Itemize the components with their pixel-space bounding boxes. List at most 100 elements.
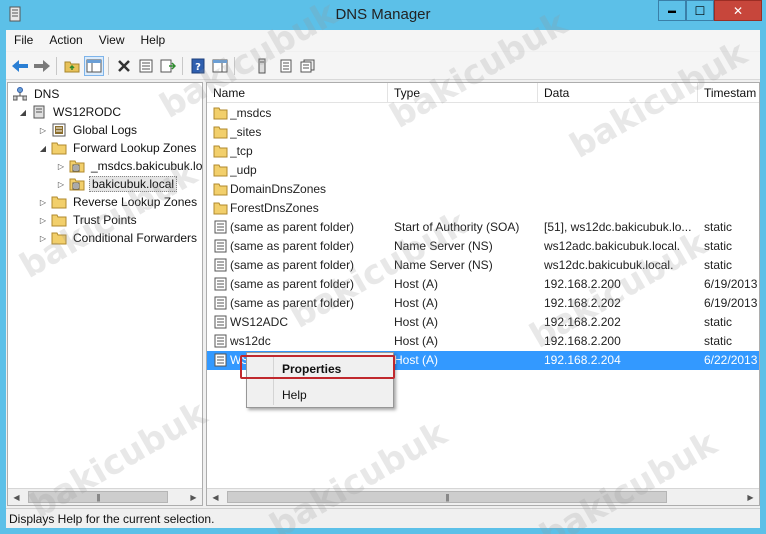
folder-up-icon — [64, 61, 80, 73]
log-icon — [51, 123, 67, 137]
table-row[interactable]: _msdcs — [207, 104, 759, 123]
server-button[interactable] — [252, 56, 272, 76]
cell-ts: static — [704, 258, 733, 272]
expanded-arrow-icon[interactable]: ◢ — [38, 143, 48, 153]
delete-button[interactable] — [114, 56, 134, 76]
dns-record-icon — [213, 334, 228, 348]
up-one-level-button[interactable] — [62, 56, 82, 76]
folder-icon — [213, 125, 228, 139]
cell-ts: 6/19/2013 — [704, 296, 758, 310]
column-header-type[interactable]: Type — [388, 83, 538, 103]
folder-icon — [51, 141, 67, 155]
dns-manager-window: DNS Manager ▬ ☐ ✕ File Action View Help — [0, 0, 766, 534]
dns-record-icon — [213, 315, 228, 329]
tree-node[interactable]: ▷ Trust Points — [38, 211, 139, 229]
table-row[interactable]: _tcp — [207, 142, 759, 161]
menu-action[interactable]: Action — [41, 30, 90, 51]
cell-name: _sites — [230, 125, 262, 139]
export-list-button[interactable] — [158, 56, 178, 76]
tree-node[interactable]: ▷ Conditional Forwarders — [38, 229, 199, 247]
cell-type: Name Server (NS) — [394, 258, 493, 272]
collapsed-arrow-icon[interactable]: ▷ — [38, 197, 48, 207]
table-row[interactable]: (same as parent folder) Start of Authorit… — [207, 218, 759, 237]
multiple-records-button[interactable] — [298, 56, 318, 76]
context-menu-help[interactable]: Help — [249, 383, 391, 405]
close-button[interactable]: ✕ — [714, 0, 762, 21]
collapsed-arrow-icon[interactable]: ▷ — [56, 161, 66, 171]
title-bar[interactable]: DNS Manager ▬ ☐ ✕ — [0, 0, 766, 30]
scroll-left-arrow-icon[interactable]: ◀ — [207, 489, 224, 505]
maximize-button[interactable]: ☐ — [686, 0, 714, 21]
show-hide-action-pane-button[interactable] — [210, 56, 230, 76]
console-tree[interactable]: DNS ◢ WS12RODC ▷ Global Logs ◢ Forward Look… — [7, 82, 203, 506]
collapsed-arrow-icon[interactable]: ▷ — [38, 125, 48, 135]
table-row[interactable]: (same as parent folder) Host (A) 192.168.2… — [207, 275, 759, 294]
table-row[interactable]: (same as parent folder) Host (A) 192.168.2… — [207, 294, 759, 313]
table-row[interactable]: (same as parent folder) Name Server (NS) w… — [207, 237, 759, 256]
folder-icon — [213, 182, 228, 196]
table-row[interactable]: ForestDnsZones — [207, 199, 759, 218]
client-area: File Action View Help ? DNS ◢ WS12RODC ▷… — [6, 30, 760, 528]
tree-node-label: Trust Points — [73, 213, 137, 227]
tree-node-label: Global Logs — [73, 123, 138, 137]
tree-node-server[interactable]: ◢ WS12RODC — [18, 103, 123, 121]
table-row[interactable]: (same as parent folder) Name Server (NS) w… — [207, 256, 759, 275]
table-row[interactable]: _udp — [207, 161, 759, 180]
minimize-icon: ▬ — [668, 6, 676, 15]
cell-ts: static — [704, 239, 733, 253]
column-header-timestamp[interactable]: Timestam — [698, 83, 759, 103]
help-button[interactable]: ? — [188, 56, 208, 76]
tree-node-label: Reverse Lookup Zones — [73, 195, 198, 209]
cell-name: (same as parent folder) — [230, 296, 355, 310]
table-row[interactable]: DomainDnsZones — [207, 180, 759, 199]
dns-record-icon — [213, 353, 228, 367]
cell-data: 192.168.2.200 — [544, 277, 621, 291]
forward-arrow-icon — [34, 60, 50, 72]
records-list[interactable]: Name Type Data Timestam _msdcs _sites _tcp… — [206, 82, 760, 506]
cell-ts: static — [704, 315, 733, 329]
delete-x-icon — [118, 60, 130, 72]
minimize-button[interactable]: ▬ — [658, 0, 686, 21]
menu-help[interactable]: Help — [133, 30, 174, 51]
cell-type: Name Server (NS) — [394, 239, 493, 253]
properties-button[interactable] — [136, 56, 156, 76]
menu-file[interactable]: File — [6, 30, 41, 51]
menu-view[interactable]: View — [91, 30, 133, 51]
list-records-button[interactable] — [276, 56, 296, 76]
collapsed-arrow-icon[interactable]: ▷ — [38, 233, 48, 243]
tree-node-dns[interactable]: DNS — [12, 85, 61, 103]
collapsed-arrow-icon[interactable]: ▷ — [56, 179, 66, 189]
cell-type: Host (A) — [394, 296, 439, 310]
scroll-thumb[interactable]: ||| — [227, 491, 667, 503]
back-button[interactable] — [10, 56, 30, 76]
zone-folder-icon — [69, 177, 85, 191]
tree-node[interactable]: ▷ Reverse Lookup Zones — [38, 193, 199, 211]
close-icon: ✕ — [732, 3, 744, 18]
tree-node[interactable]: ▷ Global Logs — [38, 121, 139, 139]
tree-node[interactable]: ◢ Forward Lookup Zones — [38, 139, 198, 157]
tree-horizontal-scrollbar[interactable]: ◀ ||| ▶ — [8, 488, 202, 505]
list-horizontal-scrollbar[interactable]: ◀ ||| ▶ — [207, 488, 759, 505]
tree-node[interactable]: ▷ _msdcs.bakicubuk.lo — [56, 157, 202, 175]
cell-type: Start of Authority (SOA) — [394, 220, 520, 234]
scroll-left-arrow-icon[interactable]: ◀ — [8, 489, 25, 505]
table-row[interactable]: _sites — [207, 123, 759, 142]
forward-button[interactable] — [32, 56, 52, 76]
cell-type: Host (A) — [394, 315, 439, 329]
expanded-arrow-icon[interactable]: ◢ — [18, 107, 28, 117]
show-hide-console-tree-button[interactable] — [84, 56, 104, 76]
column-header-data[interactable]: Data — [538, 83, 698, 103]
column-header-name[interactable]: Name — [207, 83, 388, 103]
cell-name: ws12dc — [230, 334, 271, 348]
cell-ts: static — [704, 334, 733, 348]
toolbar: ? — [6, 52, 760, 80]
scroll-thumb[interactable]: ||| — [28, 491, 168, 503]
scroll-right-arrow-icon[interactable]: ▶ — [742, 489, 759, 505]
window-title: DNS Manager — [335, 6, 431, 23]
collapsed-arrow-icon[interactable]: ▷ — [38, 215, 48, 225]
table-row[interactable]: WS12ADC Host (A) 192.168.2.202 static — [207, 313, 759, 332]
tree-node[interactable]: ▷ bakicubuk.local — [56, 175, 178, 193]
table-row[interactable]: ws12dc Host (A) 192.168.2.200 static — [207, 332, 759, 351]
scroll-right-arrow-icon[interactable]: ▶ — [185, 489, 202, 505]
cell-name: DomainDnsZones — [230, 182, 327, 196]
